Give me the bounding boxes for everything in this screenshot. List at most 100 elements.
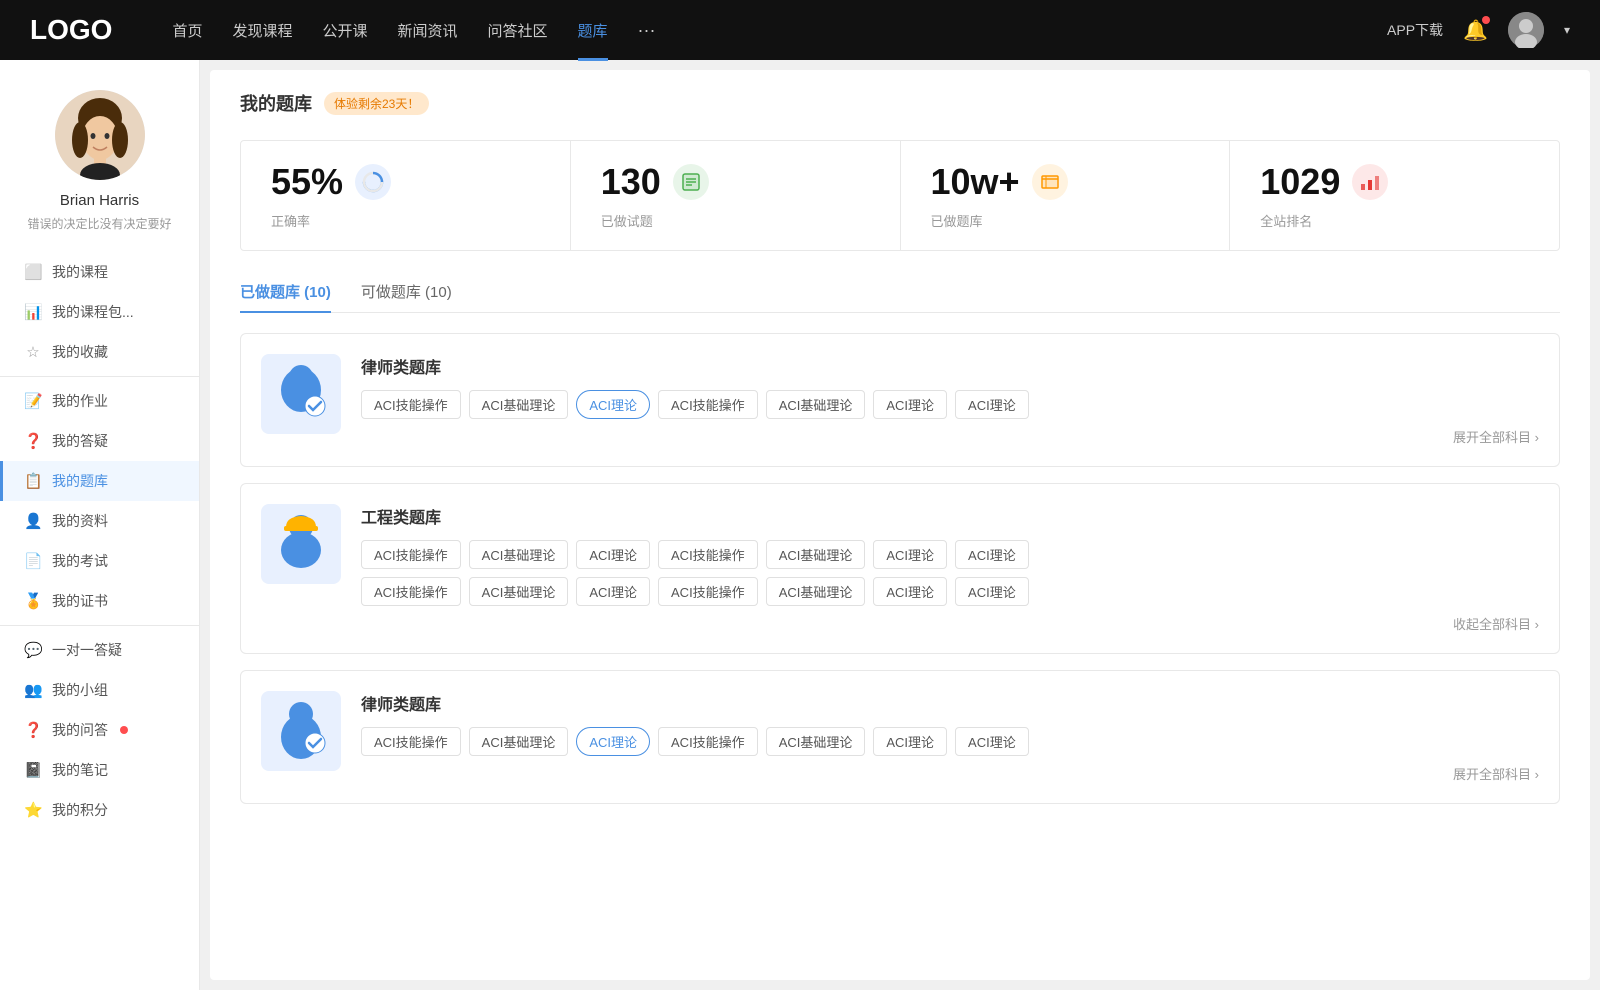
tag-1-6[interactable]: ACI理论: [873, 390, 947, 419]
sidebar-item-myqa[interactable]: ❓ 我的问答: [0, 710, 199, 750]
tag-3-3[interactable]: ACI理论: [576, 727, 650, 756]
tag-2-7[interactable]: ACI理论: [955, 540, 1029, 569]
qbank-section-3: 律师类题库 ACI技能操作 ACI基础理论 ACI理论 ACI技能操作 ACI基…: [240, 670, 1560, 804]
done-q-icon: [673, 164, 709, 200]
sidebar-item-questionbank[interactable]: 📋 我的题库: [0, 461, 199, 501]
sidebar-item-group[interactable]: 👥 我的小组: [0, 670, 199, 710]
nav-news[interactable]: 新闻资讯: [398, 20, 458, 41]
tag-2-6[interactable]: ACI理论: [873, 540, 947, 569]
stat-done-b-value: 10w+: [931, 161, 1020, 203]
1on1-icon: 💬: [24, 641, 42, 659]
nav-opencourse[interactable]: 公开课: [322, 20, 367, 41]
qbank-content-3: 律师类题库 ACI技能操作 ACI基础理论 ACI理论 ACI技能操作 ACI基…: [361, 691, 1539, 783]
tag-1-1[interactable]: ACI技能操作: [361, 390, 461, 419]
sidebar: Brian Harris 错误的决定比没有决定要好 ⬜ 我的课程 📊 我的课程包…: [0, 60, 200, 990]
tag-2-5[interactable]: ACI基础理论: [766, 540, 866, 569]
stat-accuracy-value: 55%: [271, 161, 343, 203]
tag-2-9[interactable]: ACI基础理论: [469, 577, 569, 606]
qbank-icon-lawyer-3: [261, 691, 341, 771]
qbank-tags-1: ACI技能操作 ACI基础理论 ACI理论 ACI技能操作 ACI基础理论 AC…: [361, 390, 1539, 419]
package-icon: 📊: [24, 303, 42, 321]
tab-available-banks[interactable]: 可做题库 (10): [361, 281, 452, 312]
stat-done-q-label: 已做试题: [601, 211, 870, 230]
tag-3-1[interactable]: ACI技能操作: [361, 727, 461, 756]
tag-2-4[interactable]: ACI技能操作: [658, 540, 758, 569]
qbank-collapse-2[interactable]: 收起全部科目 ›: [361, 614, 1539, 633]
done-b-icon: [1032, 164, 1068, 200]
tag-2-3[interactable]: ACI理论: [576, 540, 650, 569]
cert-icon: 🏅: [24, 592, 42, 610]
tag-2-8[interactable]: ACI技能操作: [361, 577, 461, 606]
exam-icon: 📄: [24, 552, 42, 570]
notification-bell-icon[interactable]: 🔔: [1463, 18, 1488, 43]
tag-2-2[interactable]: ACI基础理论: [469, 540, 569, 569]
tag-1-2[interactable]: ACI基础理论: [469, 390, 569, 419]
tag-3-4[interactable]: ACI技能操作: [658, 727, 758, 756]
qbank-tags-3: ACI技能操作 ACI基础理论 ACI理论 ACI技能操作 ACI基础理论 AC…: [361, 727, 1539, 756]
homework-icon: 📝: [24, 392, 42, 410]
qbank-title-1: 律师类题库: [361, 354, 1539, 378]
tag-2-12[interactable]: ACI基础理论: [766, 577, 866, 606]
tag-2-1[interactable]: ACI技能操作: [361, 540, 461, 569]
sidebar-item-1on1[interactable]: 💬 一对一答疑: [0, 630, 199, 670]
nav-more[interactable]: ···: [638, 20, 656, 41]
tab-done-banks[interactable]: 已做题库 (10): [240, 281, 331, 312]
sidebar-item-certificate[interactable]: 🏅 我的证书: [0, 581, 199, 621]
sidebar-item-mypackage[interactable]: 📊 我的课程包...: [0, 292, 199, 332]
group-icon: 👥: [24, 681, 42, 699]
stat-accuracy-top: 55%: [271, 161, 540, 203]
qbank-title-3: 律师类题库: [361, 691, 1539, 715]
sidebar-menu: ⬜ 我的课程 📊 我的课程包... ☆ 我的收藏 📝 我的作业 ❓ 我的答疑 📋: [0, 252, 199, 830]
profile-icon: 👤: [24, 512, 42, 530]
tag-2-10[interactable]: ACI理论: [576, 577, 650, 606]
sidebar-divider-2: [0, 625, 199, 626]
qbank-expand-3[interactable]: 展开全部科目 ›: [361, 764, 1539, 783]
tag-2-13[interactable]: ACI理论: [873, 577, 947, 606]
stat-ranking: 1029 全站排名: [1230, 141, 1559, 250]
qbank-expand-1[interactable]: 展开全部科目 ›: [361, 427, 1539, 446]
avatar-dropdown-icon[interactable]: ▾: [1564, 23, 1570, 37]
sidebar-item-qa[interactable]: ❓ 我的答疑: [0, 421, 199, 461]
tag-1-3[interactable]: ACI理论: [576, 390, 650, 419]
stat-done-banks: 10w+ 已做题库: [901, 141, 1231, 250]
sidebar-item-homework[interactable]: 📝 我的作业: [0, 381, 199, 421]
stat-done-q-top: 130: [601, 161, 870, 203]
logo[interactable]: LOGO: [30, 14, 112, 46]
tag-1-7[interactable]: ACI理论: [955, 390, 1029, 419]
app-download-button[interactable]: APP下载: [1387, 20, 1443, 40]
sidebar-item-mycourse[interactable]: ⬜ 我的课程: [0, 252, 199, 292]
tag-2-11[interactable]: ACI技能操作: [658, 577, 758, 606]
nav-discover[interactable]: 发现课程: [232, 20, 292, 41]
navbar: LOGO 首页 发现课程 公开课 新闻资讯 问答社区 题库 ··· APP下载 …: [0, 0, 1600, 60]
notification-dot: [1482, 16, 1490, 24]
points-icon: ⭐: [24, 801, 42, 819]
tag-3-2[interactable]: ACI基础理论: [469, 727, 569, 756]
sidebar-item-exam[interactable]: 📄 我的考试: [0, 541, 199, 581]
nav-qa[interactable]: 问答社区: [488, 20, 548, 41]
sidebar-avatar: [55, 90, 145, 180]
tag-3-6[interactable]: ACI理论: [873, 727, 947, 756]
course-icon: ⬜: [24, 263, 42, 281]
user-name: Brian Harris: [60, 192, 139, 209]
tag-2-14[interactable]: ACI理论: [955, 577, 1029, 606]
sidebar-item-notes[interactable]: 📓 我的笔记: [0, 750, 199, 790]
qbank-section-2: 工程类题库 ACI技能操作 ACI基础理论 ACI理论 ACI技能操作 ACI基…: [240, 483, 1560, 654]
avatar[interactable]: [1508, 12, 1544, 48]
stat-rank-label: 全站排名: [1260, 211, 1529, 230]
tag-1-4[interactable]: ACI技能操作: [658, 390, 758, 419]
nav-home[interactable]: 首页: [172, 20, 202, 41]
rank-icon: [1352, 164, 1388, 200]
sidebar-item-points[interactable]: ⭐ 我的积分: [0, 790, 199, 830]
page-title: 我的题库: [240, 90, 312, 116]
sidebar-item-favorites[interactable]: ☆ 我的收藏: [0, 332, 199, 372]
nav-questionbank[interactable]: 题库: [578, 20, 608, 41]
page-wrapper: Brian Harris 错误的决定比没有决定要好 ⬜ 我的课程 📊 我的课程包…: [0, 60, 1600, 990]
tag-1-5[interactable]: ACI基础理论: [766, 390, 866, 419]
sidebar-item-profile[interactable]: 👤 我的资料: [0, 501, 199, 541]
stat-done-q-value: 130: [601, 161, 661, 203]
trial-badge: 体验剩余23天！: [324, 92, 429, 115]
qbank-content-2: 工程类题库 ACI技能操作 ACI基础理论 ACI理论 ACI技能操作 ACI基…: [361, 504, 1539, 633]
tag-3-5[interactable]: ACI基础理论: [766, 727, 866, 756]
qbank-tags-2-row2: ACI技能操作 ACI基础理论 ACI理论 ACI技能操作 ACI基础理论 AC…: [361, 577, 1539, 606]
tag-3-7[interactable]: ACI理论: [955, 727, 1029, 756]
